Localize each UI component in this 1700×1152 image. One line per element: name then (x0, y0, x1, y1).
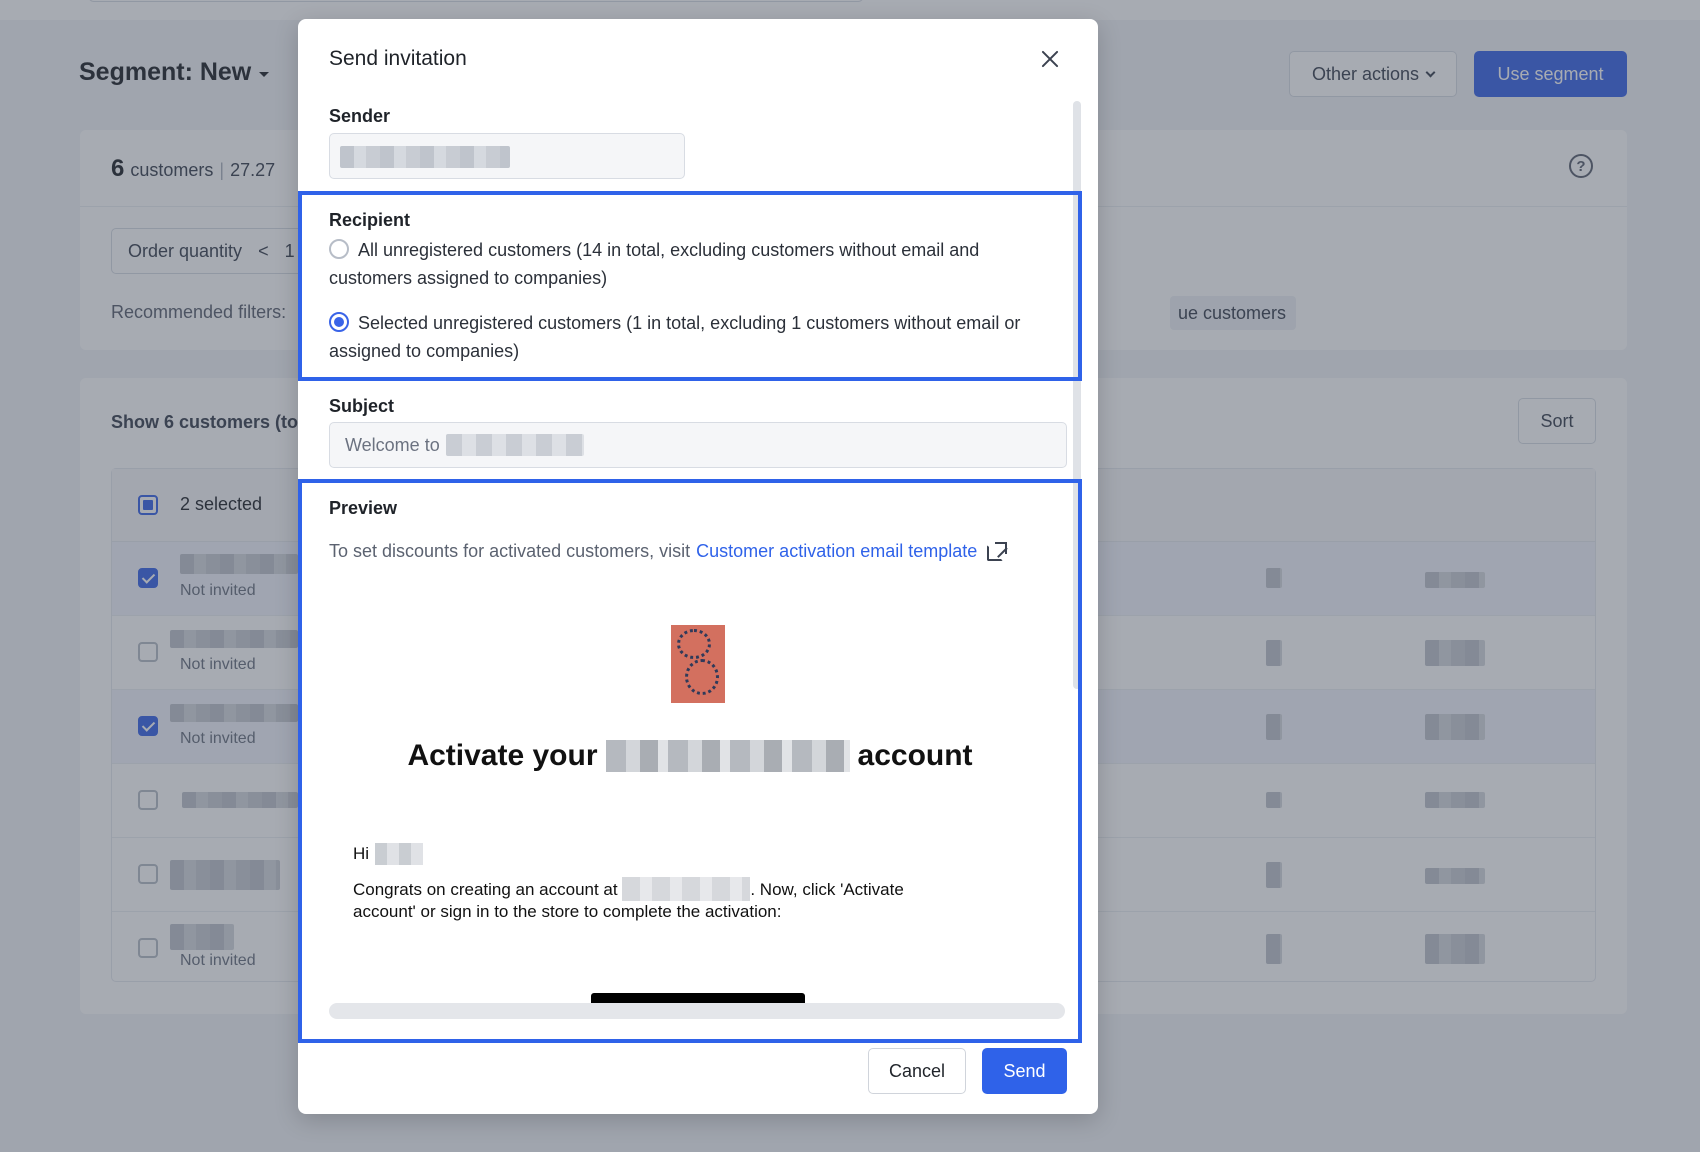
redacted-store-name (445, 434, 584, 456)
preview-label: Preview (329, 498, 398, 518)
recipient-option-selected[interactable]: Selected unregistered customers (1 in to… (329, 309, 1059, 365)
activation-template-link[interactable]: Customer activation email template (696, 541, 977, 562)
email-preview: Activate your account Hi Congrats on cre… (302, 605, 1078, 1019)
email-body: Congrats on creating an account at . Now… (353, 877, 953, 922)
radio-all-unregistered[interactable] (329, 239, 349, 259)
email-heading-prefix: Activate your (407, 739, 598, 772)
send-invitation-dialog: Send invitation Sender Recipient All unr… (298, 19, 1098, 1114)
recipient-option-all[interactable]: All unregistered customers (14 in total,… (329, 236, 1059, 292)
email-greeting: Hi (353, 843, 424, 865)
redacted-customer-name (375, 843, 424, 865)
recipient-option-all-label: All unregistered customers (14 in total,… (329, 240, 980, 288)
subject-field[interactable]: Welcome to (329, 422, 1067, 468)
dialog-title: Send invitation (329, 47, 467, 70)
sender-label: Sender (329, 106, 391, 126)
recipient-option-selected-label: Selected unregistered customers (1 in to… (329, 313, 1021, 361)
email-heading: Activate your account (302, 739, 1078, 773)
cancel-button[interactable]: Cancel (868, 1048, 966, 1094)
store-logo (671, 625, 725, 703)
subject-label: Subject (329, 396, 395, 416)
redacted-sender (340, 146, 510, 168)
radio-selected-unregistered[interactable] (329, 312, 349, 332)
close-icon[interactable] (1034, 43, 1066, 75)
email-heading-suffix: account (857, 739, 973, 772)
email-greeting-text: Hi (353, 844, 370, 863)
send-button[interactable]: Send (982, 1048, 1067, 1094)
recipient-label: Recipient (329, 210, 411, 230)
redacted-store-name (605, 740, 850, 772)
preview-note-text: To set discounts for activated customers… (329, 541, 691, 561)
sender-field[interactable] (329, 133, 685, 179)
subject-prefix: Welcome to (345, 434, 440, 455)
email-body-prefix: Congrats on creating an account at (353, 880, 618, 899)
preview-note: To set discounts for activated customers… (329, 541, 1008, 562)
external-link-icon[interactable] (987, 541, 1008, 562)
redacted-store-url (622, 877, 751, 901)
preview-horizontal-scrollbar[interactable] (329, 1003, 1065, 1019)
